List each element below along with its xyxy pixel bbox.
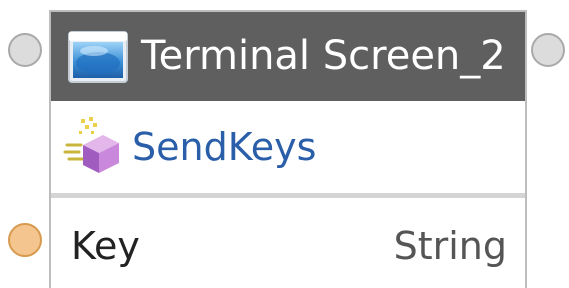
- parameter-row[interactable]: Key String: [51, 198, 525, 288]
- activity-row-sendkeys[interactable]: SendKeys: [51, 101, 525, 193]
- terminal-screen-node[interactable]: Terminal Screen_2 SendKeys Key String: [49, 10, 527, 288]
- node-header[interactable]: Terminal Screen_2: [51, 12, 525, 101]
- activity-label: SendKeys: [132, 125, 317, 169]
- send-keys-icon: [61, 115, 125, 179]
- parameter-name: Key: [71, 224, 140, 268]
- terminal-screen-icon: [68, 31, 128, 83]
- input-connector-port[interactable]: [8, 33, 42, 67]
- workflow-canvas: Terminal Screen_2 SendKeys Key String: [0, 0, 569, 288]
- parameter-type: String: [393, 224, 507, 268]
- output-connector-port[interactable]: [531, 33, 565, 67]
- key-parameter-port[interactable]: [8, 223, 42, 257]
- node-title: Terminal Screen_2: [141, 33, 506, 79]
